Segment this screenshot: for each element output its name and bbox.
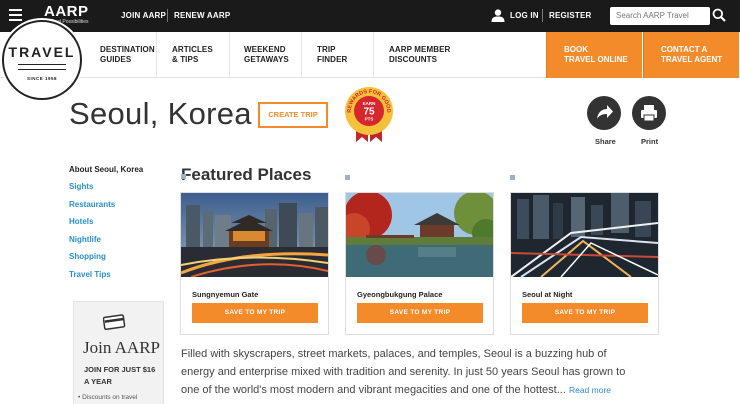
sidebar-item-hotels[interactable]: Hotels — [69, 217, 93, 226]
sidebar-heading[interactable]: About Seoul, Korea — [69, 165, 143, 174]
nav-separator — [373, 32, 374, 78]
nav-separator — [156, 32, 157, 78]
intro-paragraph: Filled with skyscrapers, street markets,… — [181, 345, 631, 399]
card-title[interactable]: Gyeongbukgung Palace — [357, 290, 442, 299]
renew-aarp-link[interactable]: RENEW AARP — [174, 11, 230, 20]
join-aarp-link[interactable]: JOIN AARP — [121, 11, 166, 20]
register-link[interactable]: REGISTER — [549, 11, 592, 20]
search-icon[interactable] — [712, 8, 726, 22]
nav-separator — [229, 32, 230, 78]
nav-destination-guides[interactable]: DESTINATION GUIDES — [100, 45, 155, 65]
carousel-dot[interactable] — [510, 175, 515, 180]
place-card[interactable]: Seoul at Night SAVE TO MY TRIP — [510, 192, 659, 335]
print-label[interactable]: Print — [641, 137, 658, 146]
nav-trip-finder[interactable]: TRIP FINDER — [317, 45, 347, 65]
badge-since: SINCE 1958 — [26, 76, 57, 81]
rewards-badge[interactable]: REWARDS FOR GOOD EARN 75 PTS — [344, 86, 394, 144]
nav-member-discounts[interactable]: AARP MEMBER DISCOUNTS — [389, 45, 450, 65]
gyeongbukgung-photo[interactable] — [346, 193, 493, 277]
sidebar-item-sights[interactable]: Sights — [69, 182, 93, 191]
sungnyemun-photo[interactable] — [181, 193, 328, 277]
share-icon — [597, 105, 613, 119]
search-input[interactable]: Search AARP Travel — [610, 7, 710, 25]
save-to-trip-button[interactable]: SAVE TO MY TRIP — [192, 303, 318, 323]
featured-title: Featured Places — [181, 165, 312, 184]
save-to-trip-button[interactable]: SAVE TO MY TRIP — [522, 303, 648, 323]
place-card[interactable]: Sungnyemun Gate SAVE TO MY TRIP — [180, 192, 329, 335]
nav-separator — [301, 32, 302, 78]
join-bullet: • Discounts on travel — [78, 394, 138, 401]
card-title[interactable]: Sungnyemun Gate — [192, 290, 258, 299]
page-title: Seoul, Korea — [69, 96, 252, 131]
menu-icon[interactable] — [9, 9, 22, 21]
user-icon[interactable] — [491, 9, 505, 22]
join-title[interactable]: Join AARP — [83, 338, 160, 358]
join-subtitle: JOIN FOR JUST $16 A YEAR — [84, 365, 156, 386]
book-travel-online-button[interactable]: BOOK TRAVEL ONLINE — [546, 32, 642, 78]
nav-weekend-getaways[interactable]: WEEKEND GETAWAYS — [244, 45, 289, 65]
sidebar-item-shopping[interactable]: Shopping — [69, 252, 106, 261]
intro-text: Filled with skyscrapers, street markets,… — [181, 348, 626, 396]
sidebar-item-nightlife[interactable]: Nightlife — [69, 235, 101, 244]
divider — [167, 9, 168, 22]
contact-travel-agent-button[interactable]: CONTACT A TRAVEL AGENT — [643, 32, 739, 78]
create-trip-button[interactable]: CREATE TRIP — [258, 102, 328, 128]
sidebar-item-travel-tips[interactable]: Travel Tips — [69, 270, 111, 279]
carousel-dot[interactable] — [181, 174, 186, 179]
travel-badge[interactable]: TRAVEL SINCE 1958 — [2, 20, 82, 100]
seoul-night-photo[interactable] — [511, 193, 658, 277]
badge-rule — [18, 64, 66, 70]
logo-text: AARP — [44, 3, 89, 20]
top-bar: AARP Real Possibilities JOIN AARP RENEW … — [0, 0, 740, 32]
rewards-unit: PTS — [365, 117, 374, 122]
divider — [542, 9, 543, 22]
share-label[interactable]: Share — [595, 137, 616, 146]
read-more-link[interactable]: Read more — [569, 385, 611, 395]
carousel-dot[interactable] — [345, 175, 350, 180]
sidebar-item-restaurants[interactable]: Restaurants — [69, 200, 115, 209]
main-nav: DESTINATION GUIDES ARTICLES & TIPS WEEKE… — [0, 32, 740, 78]
nav-articles-tips[interactable]: ARTICLES & TIPS — [172, 45, 213, 65]
login-link[interactable]: LOG IN — [510, 11, 539, 20]
place-card[interactable]: Gyeongbukgung Palace SAVE TO MY TRIP — [345, 192, 494, 335]
print-button[interactable] — [632, 96, 666, 130]
badge-title: TRAVEL — [8, 44, 76, 60]
share-button[interactable] — [587, 96, 621, 130]
card-title[interactable]: Seoul at Night — [522, 290, 572, 299]
save-to-trip-button[interactable]: SAVE TO MY TRIP — [357, 303, 483, 323]
card-icon — [103, 314, 126, 330]
print-icon — [641, 105, 657, 122]
rewards-earn: EARN — [363, 101, 376, 106]
